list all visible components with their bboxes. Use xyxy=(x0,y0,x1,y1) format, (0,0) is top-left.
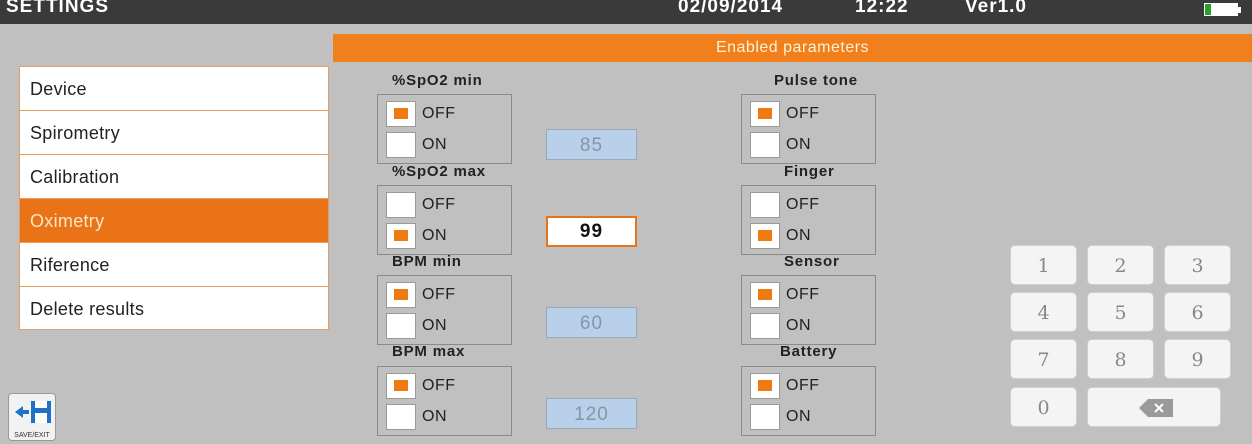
checkbox-unchecked[interactable] xyxy=(386,132,416,158)
key-7[interactable]: 7 xyxy=(1010,339,1077,379)
save-exit-button[interactable]: SAVE/EXIT xyxy=(8,393,56,441)
key-1[interactable]: 1 xyxy=(1010,245,1077,285)
backspace-button[interactable] xyxy=(1087,387,1221,427)
battery-level-fill xyxy=(1205,4,1212,15)
option-label: ON xyxy=(422,317,447,334)
sensor-group: OFF ON xyxy=(741,275,876,345)
sensor-title: Sensor xyxy=(784,253,840,270)
checkbox-unchecked[interactable] xyxy=(386,404,416,430)
bpm-max-off-option[interactable]: OFF xyxy=(386,373,506,399)
bpm-min-group: OFF ON xyxy=(377,275,512,345)
bpm-max-value-field: 120 xyxy=(546,398,637,429)
checkbox-checked[interactable] xyxy=(386,223,416,249)
option-label: ON xyxy=(786,136,811,153)
menu-item-oximetry[interactable]: Oximetry xyxy=(19,198,329,242)
option-label: OFF xyxy=(786,286,820,303)
spo2-min-value-field: 85 xyxy=(546,129,637,160)
spo2-min-on-option[interactable]: ON xyxy=(386,132,506,158)
checkbox-checked[interactable] xyxy=(750,282,780,308)
pulsetone-title: Pulse tone xyxy=(774,72,858,89)
option-label: ON xyxy=(422,227,447,244)
save-exit-icon xyxy=(15,401,51,423)
key-4[interactable]: 4 xyxy=(1010,292,1077,332)
finger-off-option[interactable]: OFF xyxy=(750,192,870,218)
checkbox-unchecked[interactable] xyxy=(750,192,780,218)
option-label: OFF xyxy=(786,196,820,213)
section-header: Enabled parameters xyxy=(333,34,1252,62)
battery-param-group: OFF ON xyxy=(741,366,876,436)
option-label: OFF xyxy=(422,377,456,394)
date-display: 02/09/2014 xyxy=(678,0,784,17)
key-6[interactable]: 6 xyxy=(1164,292,1231,332)
checkbox-unchecked[interactable] xyxy=(750,132,780,158)
battery-off-option[interactable]: OFF xyxy=(750,373,870,399)
page-title: SETTINGS xyxy=(6,0,110,17)
option-label: ON xyxy=(422,136,447,153)
finger-title: Finger xyxy=(784,163,835,180)
spo2-max-off-option[interactable]: OFF xyxy=(386,192,506,218)
spo2-min-title: %SpO2 min xyxy=(392,72,483,89)
bpm-max-on-option[interactable]: ON xyxy=(386,404,506,430)
sensor-on-option[interactable]: ON xyxy=(750,313,870,339)
checkbox-checked[interactable] xyxy=(386,282,416,308)
spo2-min-off-option[interactable]: OFF xyxy=(386,101,506,127)
battery-on-option[interactable]: ON xyxy=(750,404,870,430)
key-5[interactable]: 5 xyxy=(1087,292,1154,332)
key-2[interactable]: 2 xyxy=(1087,245,1154,285)
option-label: OFF xyxy=(786,377,820,394)
key-9[interactable]: 9 xyxy=(1164,339,1231,379)
bpm-max-group: OFF ON xyxy=(377,366,512,436)
checkbox-checked[interactable] xyxy=(386,373,416,399)
menu-item-device[interactable]: Device xyxy=(19,66,329,110)
option-label: OFF xyxy=(422,105,456,122)
checkbox-checked[interactable] xyxy=(750,101,780,127)
option-label: OFF xyxy=(786,105,820,122)
checkbox-unchecked[interactable] xyxy=(386,192,416,218)
option-label: OFF xyxy=(422,196,456,213)
bpm-max-title: BPM max xyxy=(392,343,466,360)
pulsetone-group: OFF ON xyxy=(741,94,876,164)
pulsetone-on-option[interactable]: ON xyxy=(750,132,870,158)
menu-item-delete-results[interactable]: Delete results xyxy=(19,286,329,330)
save-exit-label: SAVE/EXIT xyxy=(14,432,50,439)
checkbox-unchecked[interactable] xyxy=(750,404,780,430)
option-label: ON xyxy=(786,408,811,425)
spo2-max-on-option[interactable]: ON xyxy=(386,223,506,249)
checkbox-checked[interactable] xyxy=(750,373,780,399)
battery-param-title: Battery xyxy=(780,343,838,360)
key-8[interactable]: 8 xyxy=(1087,339,1154,379)
pulsetone-off-option[interactable]: OFF xyxy=(750,101,870,127)
bpm-min-value-field: 60 xyxy=(546,307,637,338)
spo2-max-value-field[interactable]: 99 xyxy=(546,216,637,247)
backspace-icon xyxy=(1139,399,1173,417)
bpm-min-off-option[interactable]: OFF xyxy=(386,282,506,308)
option-label: ON xyxy=(786,317,811,334)
finger-group: OFF ON xyxy=(741,185,876,255)
checkbox-unchecked[interactable] xyxy=(750,313,780,339)
status-bar: SETTINGS 02/09/2014 12:22 Ver1.0 xyxy=(0,0,1252,24)
checkbox-checked[interactable] xyxy=(750,223,780,249)
menu-item-riference[interactable]: Riference xyxy=(19,242,329,286)
sensor-off-option[interactable]: OFF xyxy=(750,282,870,308)
battery-icon xyxy=(1204,3,1241,16)
finger-on-option[interactable]: ON xyxy=(750,223,870,249)
option-label: ON xyxy=(422,408,447,425)
bpm-min-on-option[interactable]: ON xyxy=(386,313,506,339)
key-0[interactable]: 0 xyxy=(1010,387,1077,427)
option-label: OFF xyxy=(422,286,456,303)
option-label: ON xyxy=(786,227,811,244)
checkbox-checked[interactable] xyxy=(386,101,416,127)
spo2-max-group: OFF ON xyxy=(377,185,512,255)
menu-item-spirometry[interactable]: Spirometry xyxy=(19,110,329,154)
settings-menu: Device Spirometry Calibration Oximetry R… xyxy=(19,66,329,330)
bpm-min-title: BPM min xyxy=(392,253,462,270)
checkbox-unchecked[interactable] xyxy=(386,313,416,339)
spo2-min-group: OFF ON xyxy=(377,94,512,164)
version-label: Ver1.0 xyxy=(965,0,1027,17)
key-3[interactable]: 3 xyxy=(1164,245,1231,285)
time-display: 12:22 xyxy=(855,0,909,17)
menu-item-calibration[interactable]: Calibration xyxy=(19,154,329,198)
spo2-max-title: %SpO2 max xyxy=(392,163,486,180)
